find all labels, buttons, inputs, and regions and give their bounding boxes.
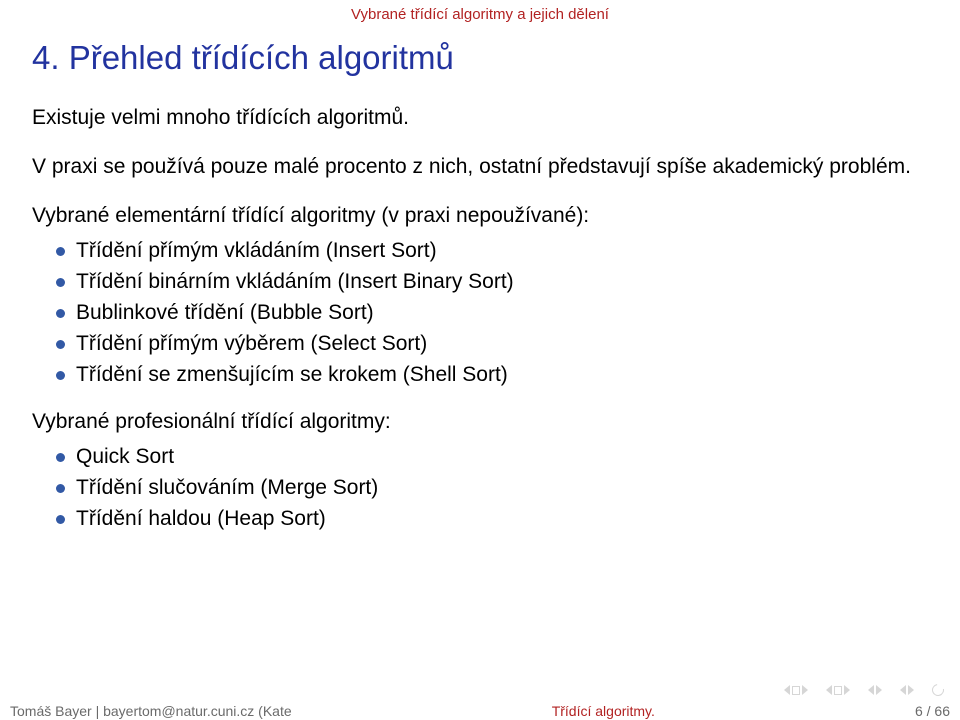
nav-next-slide[interactable] [900, 685, 914, 695]
square-icon [834, 686, 842, 695]
footer-author: Tomáš Bayer | bayertom@natur.cuni.cz (Ka… [10, 703, 292, 719]
list-item: Quick Sort [32, 443, 928, 472]
elementary-algorithms-list: Třídění přímým vkládáním (Insert Sort) T… [32, 237, 928, 390]
triangle-left-icon [900, 685, 906, 695]
professional-algorithms-list: Quick Sort Třídění slučováním (Merge Sor… [32, 443, 928, 534]
triangle-right-icon [908, 685, 914, 695]
footer-page-number: 6 / 66 [915, 703, 950, 719]
slide-title: 4. Přehled třídících algoritmů [32, 37, 928, 78]
nav-prev-slide[interactable] [868, 685, 882, 695]
triangle-left-icon [784, 685, 790, 695]
nav-controls [784, 684, 944, 696]
nav-prev-sub[interactable] [826, 685, 850, 695]
list-item: Třídění se zmenšujícím se krokem (Shell … [32, 361, 928, 390]
slide-footer: Tomáš Bayer | bayertom@natur.cuni.cz (Ka… [0, 696, 960, 720]
slide-body: Vybrané třídící algoritmy a jejich dělen… [0, 6, 960, 720]
paragraph-1: Existuje velmi mnoho třídících algoritmů… [32, 104, 928, 133]
paragraph-2: V praxi se používá pouze malé procento z… [32, 153, 928, 182]
list-item: Třídění binárním vkládáním (Insert Binar… [32, 268, 928, 297]
triangle-right-icon [876, 685, 882, 695]
content-area: Existuje velmi mnoho třídících algoritmů… [32, 104, 928, 534]
footer-title: Třídící algoritmy. [552, 703, 655, 719]
list2-heading: Vybrané profesionální třídící algoritmy: [32, 408, 928, 437]
triangle-left-icon [868, 685, 874, 695]
triangle-left-icon [826, 685, 832, 695]
nav-prev-section[interactable] [784, 685, 808, 695]
triangle-right-icon [802, 685, 808, 695]
list-item: Třídění přímým výběrem (Select Sort) [32, 330, 928, 359]
list1-heading: Vybrané elementární třídící algoritmy (v… [32, 202, 928, 231]
section-header: Vybrané třídící algoritmy a jejich dělen… [32, 6, 928, 23]
list-item: Třídění haldou (Heap Sort) [32, 505, 928, 534]
list-item: Bublinkové třídění (Bubble Sort) [32, 299, 928, 328]
list-item: Třídění slučováním (Merge Sort) [32, 474, 928, 503]
list-item: Třídění přímým vkládáním (Insert Sort) [32, 237, 928, 266]
square-icon [792, 686, 800, 695]
triangle-right-icon [844, 685, 850, 695]
